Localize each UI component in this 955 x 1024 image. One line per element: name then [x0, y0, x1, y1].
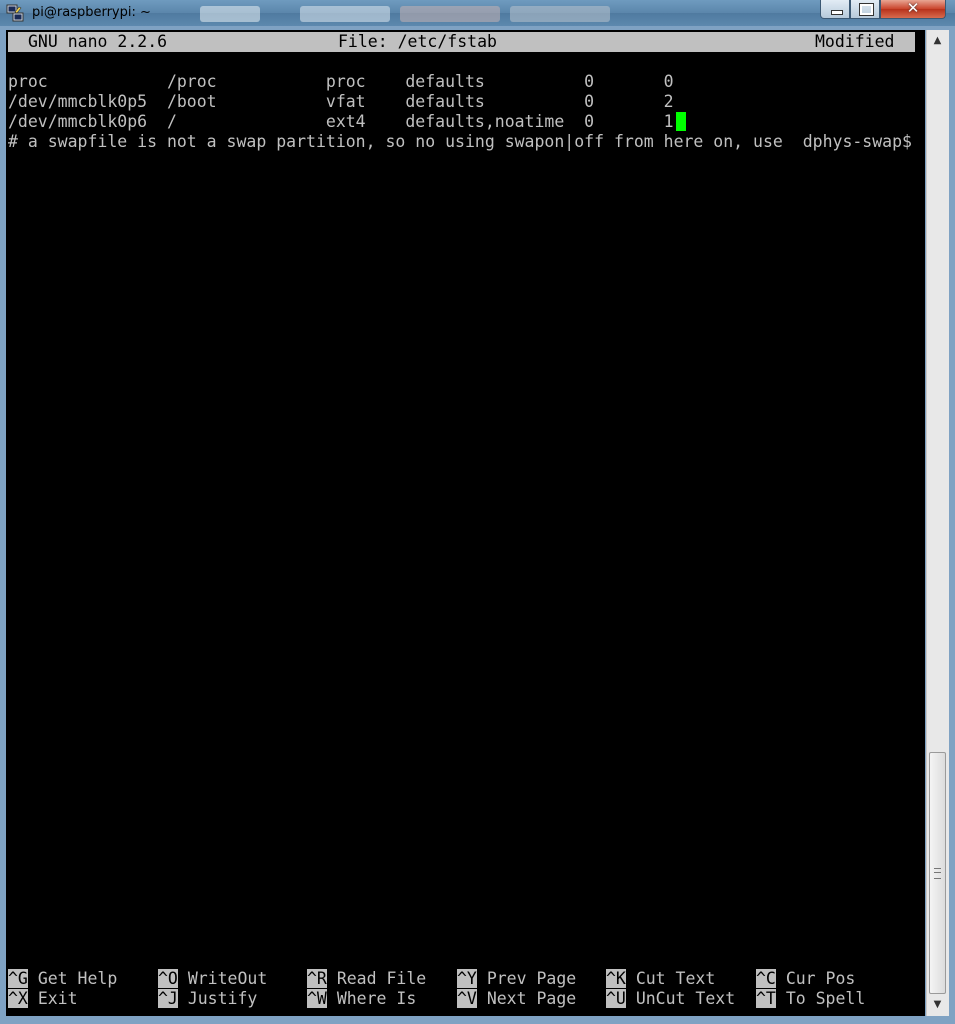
grip-icon: [934, 868, 941, 879]
close-icon: ✕: [906, 0, 920, 17]
close-button[interactable]: ✕: [880, 0, 946, 19]
putty-window: pi@raspberrypi: ~ ✕ GNU nano 2.2.6 File:…: [0, 0, 955, 1024]
file-line-4[interactable]: # a swapfile is not a swap partition, so…: [8, 132, 912, 152]
file-line-1[interactable]: proc /proc proc defaults 0 0: [8, 72, 674, 92]
file-line-2[interactable]: /dev/mmcblk0p5 /boot vfat defaults 0 2: [8, 92, 674, 112]
nano-version: GNU nano 2.2.6: [28, 32, 168, 51]
text-cursor: [676, 112, 686, 131]
file-name: File: /etc/fstab: [338, 32, 497, 51]
minimize-button[interactable]: [820, 0, 850, 19]
shortcut-writeout: ^O WriteOut: [158, 969, 268, 988]
scroll-down-icon[interactable]: ▼: [929, 996, 946, 1013]
maximize-button[interactable]: [850, 0, 880, 19]
shortcut-uncut-text: ^U UnCut Text: [606, 989, 736, 1008]
shortcut-prev-page: ^Y Prev Page: [457, 969, 577, 988]
file-line-3[interactable]: /dev/mmcblk0p6 / ext4 defaults,noatime 0…: [8, 112, 674, 132]
shortcut-cut-text: ^K Cut Text: [606, 969, 716, 988]
scrollbar-thumb[interactable]: [929, 752, 946, 994]
vertical-scrollbar[interactable]: ▲ ▼: [926, 30, 949, 1016]
terminal-screen[interactable]: GNU nano 2.2.6 File: /etc/fstab Modified…: [6, 30, 925, 1016]
title-bar[interactable]: pi@raspberrypi: ~ ✕: [0, 0, 955, 26]
shortcut-next-page: ^V Next Page: [457, 989, 577, 1008]
shortcut-to-spell: ^T To Spell: [756, 989, 866, 1008]
shortcut-exit: ^X Exit: [8, 989, 78, 1008]
shortcut-cur-pos: ^C Cur Pos: [756, 969, 856, 988]
putty-icon: [6, 4, 24, 22]
shortcut-get-help: ^G Get Help: [8, 969, 118, 988]
shortcut-read-file: ^R Read File: [307, 969, 427, 988]
scroll-up-icon[interactable]: ▲: [929, 32, 946, 49]
background-taskbar-blur: [200, 2, 620, 24]
window-title: pi@raspberrypi: ~: [32, 5, 151, 20]
shortcut-justify: ^J Justify: [158, 989, 258, 1008]
shortcut-where-is: ^W Where Is: [307, 989, 417, 1008]
nano-status-bar: GNU nano 2.2.6 File: /etc/fstab Modified: [8, 32, 915, 52]
modified-indicator: Modified: [815, 32, 895, 51]
